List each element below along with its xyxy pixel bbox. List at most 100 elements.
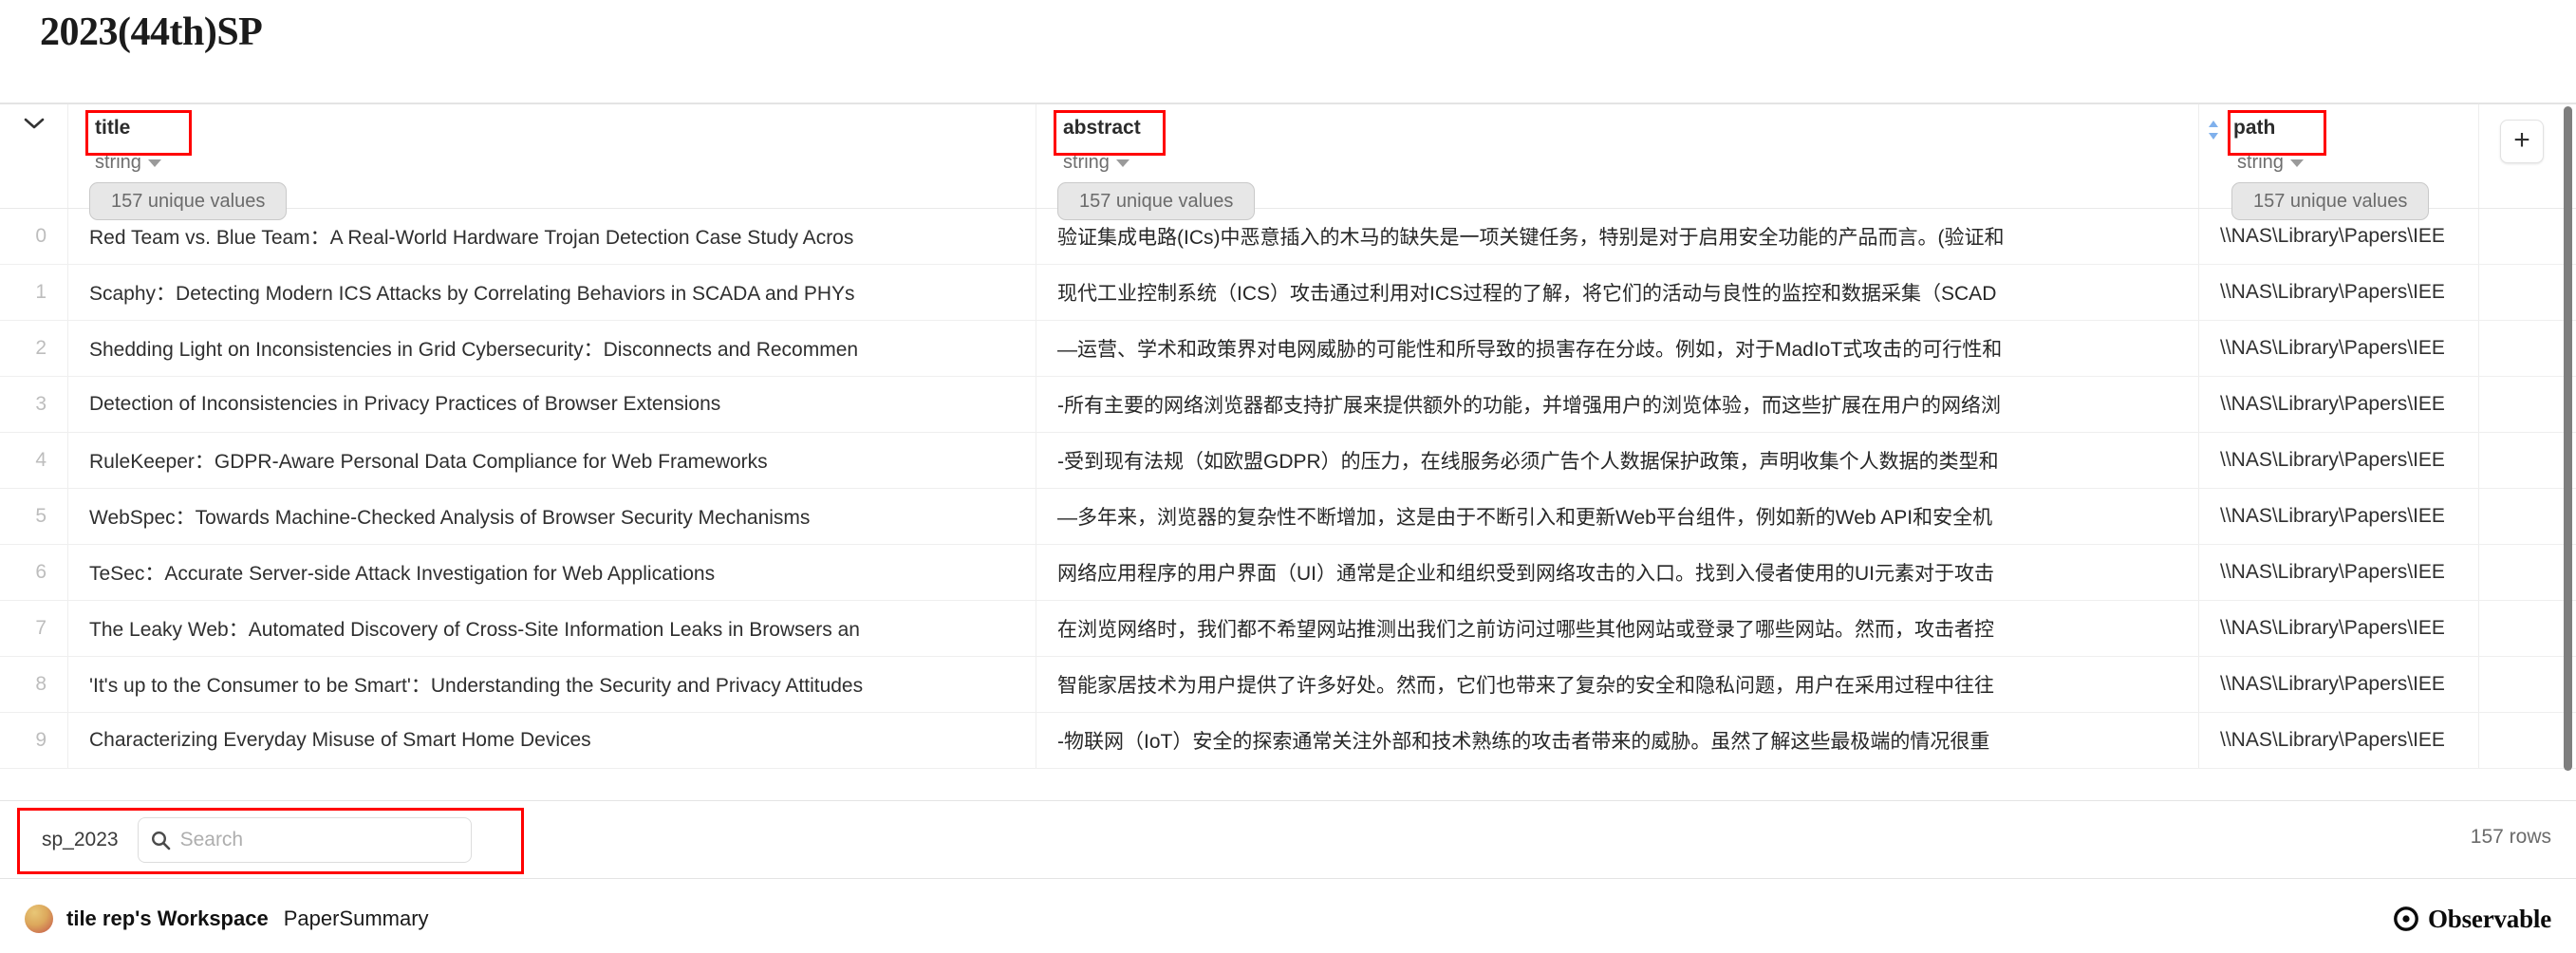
add-column-cell: + <box>2479 104 2576 208</box>
data-table: title string 157 unique values abstract <box>0 103 2576 801</box>
observable-brand[interactable]: Observable <box>2394 905 2551 934</box>
cell-abstract[interactable]: -所有主要的网络浏览器都支持扩展来提供额外的功能，并增强用户的浏览体验，而这些扩… <box>1036 377 2199 432</box>
table-row[interactable]: 3 Detection of Inconsistencies in Privac… <box>0 377 2576 433</box>
notebook-name[interactable]: PaperSummary <box>284 906 429 931</box>
cell-title[interactable]: Shedding Light on Inconsistencies in Gri… <box>68 321 1036 376</box>
cell-path[interactable]: \\NAS\Library\Papers\IEE <box>2199 321 2479 376</box>
table-footer-bar: sp_2023 157 rows <box>0 801 2576 879</box>
row-index: 4 <box>0 433 68 488</box>
column-type-abstract[interactable]: string <box>1057 152 2198 174</box>
column-type-path[interactable]: string <box>2231 152 2478 174</box>
cell-title[interactable]: Characterizing Everyday Misuse of Smart … <box>68 713 1036 768</box>
cell-path[interactable]: \\NAS\Library\Papers\IEE <box>2199 601 2479 656</box>
table-row[interactable]: 2 Shedding Light on Inconsistencies in G… <box>0 321 2576 377</box>
cell-spacer <box>2479 713 2576 768</box>
column-name-path[interactable]: path <box>2228 110 2285 145</box>
row-index: 2 <box>0 321 68 376</box>
column-type-title[interactable]: string <box>89 152 1036 174</box>
search-input[interactable] <box>170 827 437 852</box>
row-index: 3 <box>0 377 68 432</box>
unique-values-badge-abstract: 157 unique values <box>1057 182 1256 220</box>
data-grid: title string 157 unique values abstract <box>0 104 2576 769</box>
page-title: 2023(44th)SP <box>40 10 263 54</box>
rows-count-label: 157 rows <box>2470 826 2551 848</box>
chevron-down-icon[interactable] <box>22 116 47 131</box>
row-index: 0 <box>0 209 68 264</box>
cell-path[interactable]: \\NAS\Library\Papers\IEE <box>2199 433 2479 488</box>
cell-abstract[interactable]: -受到现有法规（如欧盟GDPR）的压力，在线服务必须广告个人数据保护政策，声明收… <box>1036 433 2199 488</box>
cell-abstract[interactable]: —运营、学术和政策界对电网威胁的可能性和所导致的损害存在分歧。例如，对于MadI… <box>1036 321 2199 376</box>
column-type-label-title: string <box>95 152 141 173</box>
cell-spacer <box>2479 657 2576 712</box>
column-header-path[interactable]: path string 157 unique values <box>2199 104 2479 220</box>
table-row[interactable]: 7 The Leaky Web：Automated Discovery of C… <box>0 601 2576 657</box>
cell-abstract[interactable]: 网络应用程序的用户界面（UI）通常是企业和组织受到网络攻击的入口。找到入侵者使用… <box>1036 545 2199 600</box>
table-row[interactable]: 8 'It's up to the Consumer to be Smart'：… <box>0 657 2576 713</box>
table-row[interactable]: 1 Scaphy：Detecting Modern ICS Attacks by… <box>0 265 2576 321</box>
table-row[interactable]: 5 WebSpec：Towards Machine-Checked Analys… <box>0 489 2576 545</box>
column-type-label-abstract: string <box>1063 152 1110 173</box>
cell-spacer <box>2479 545 2576 600</box>
column-header-abstract[interactable]: abstract string 157 unique values <box>1036 104 2199 220</box>
row-index: 9 <box>0 713 68 768</box>
cell-path[interactable]: \\NAS\Library\Papers\IEE <box>2199 377 2479 432</box>
sort-updown-icon[interactable] <box>2199 110 2228 140</box>
avatar <box>25 905 53 933</box>
row-index: 6 <box>0 545 68 600</box>
cell-title[interactable]: Detection of Inconsistencies in Privacy … <box>68 377 1036 432</box>
row-index: 5 <box>0 489 68 544</box>
notebook-credit-bar: tile rep's Workspace PaperSummary Observ… <box>0 885 2576 953</box>
cell-spacer <box>2479 433 2576 488</box>
row-index: 7 <box>0 601 68 656</box>
table-name-label: sp_2023 <box>42 828 119 850</box>
column-type-label-path: string <box>2237 152 2284 173</box>
cell-title[interactable]: 'It's up to the Consumer to be Smart'：Un… <box>68 657 1036 712</box>
observable-wordmark: Observable <box>2428 904 2551 933</box>
cell-abstract[interactable]: 在浏览网络时，我们都不希望网站推测出我们之前访问过哪些其他网站或登录了哪些网站。… <box>1036 601 2199 656</box>
cell-abstract[interactable]: -物联网（IoT）安全的探索通常关注外部和技术熟练的攻击者带来的威胁。虽然了解这… <box>1036 713 2199 768</box>
cell-title[interactable]: The Leaky Web：Automated Discovery of Cro… <box>68 601 1036 656</box>
cell-title[interactable]: Scaphy：Detecting Modern ICS Attacks by C… <box>68 265 1036 320</box>
row-index: 8 <box>0 657 68 712</box>
search-box[interactable] <box>137 816 472 863</box>
cell-path[interactable]: \\NAS\Library\Papers\IEE <box>2199 545 2479 600</box>
cell-abstract[interactable]: 智能家居技术为用户提供了许多好处。然而，它们也带来了复杂的安全和隐私问题，用户在… <box>1036 657 2199 712</box>
cell-spacer <box>2479 601 2576 656</box>
search-icon <box>150 830 171 850</box>
column-name-title[interactable]: title <box>89 110 140 145</box>
row-index: 1 <box>0 265 68 320</box>
table-row[interactable]: 9 Characterizing Everyday Misuse of Smar… <box>0 713 2576 769</box>
observable-logo-icon <box>2394 906 2418 931</box>
vertical-scrollbar-thumb[interactable] <box>2564 106 2572 771</box>
cell-title[interactable]: TeSec：Accurate Server-side Attack Invest… <box>68 545 1036 600</box>
cell-spacer <box>2479 209 2576 264</box>
header-gutter-cell <box>0 104 68 208</box>
cell-path[interactable]: \\NAS\Library\Papers\IEE <box>2199 657 2479 712</box>
unique-values-badge-path: 157 unique values <box>2231 182 2430 220</box>
vertical-scrollbar[interactable] <box>2564 106 2572 790</box>
cell-abstract[interactable]: —多年来，浏览器的复杂性不断增加，这是由于不断引入和更新Web平台组件，例如新的… <box>1036 489 2199 544</box>
cell-spacer <box>2479 377 2576 432</box>
workspace-name[interactable]: tile rep's Workspace <box>66 906 269 931</box>
search-area: sp_2023 <box>17 806 524 874</box>
caret-down-icon[interactable] <box>147 159 161 167</box>
observable-data-table-page: 2023(44th)SP title string 157 unique val… <box>0 0 2576 953</box>
add-column-button[interactable]: + <box>2500 120 2544 163</box>
cell-title[interactable]: RuleKeeper：GDPR-Aware Personal Data Comp… <box>68 433 1036 488</box>
cell-title[interactable]: WebSpec：Towards Machine-Checked Analysis… <box>68 489 1036 544</box>
caret-down-icon[interactable] <box>1115 159 1129 167</box>
table-row[interactable]: 6 TeSec：Accurate Server-side Attack Inve… <box>0 545 2576 601</box>
cell-spacer <box>2479 489 2576 544</box>
table-body: 0 Red Team vs. Blue Team：A Real-World Ha… <box>0 209 2576 769</box>
credit-left[interactable]: tile rep's Workspace PaperSummary <box>25 905 429 933</box>
caret-down-icon[interactable] <box>2289 159 2304 167</box>
cell-spacer <box>2479 265 2576 320</box>
cell-abstract[interactable]: 现代工业控制系统（ICS）攻击通过利用对ICS过程的了解，将它们的活动与良性的监… <box>1036 265 2199 320</box>
cell-path[interactable]: \\NAS\Library\Papers\IEE <box>2199 713 2479 768</box>
cell-path[interactable]: \\NAS\Library\Papers\IEE <box>2199 489 2479 544</box>
column-name-abstract[interactable]: abstract <box>1057 110 1150 145</box>
column-header-title[interactable]: title string 157 unique values <box>68 104 1036 220</box>
table-header-row: title string 157 unique values abstract <box>0 104 2576 220</box>
cell-path[interactable]: \\NAS\Library\Papers\IEE <box>2199 265 2479 320</box>
table-row[interactable]: 4 RuleKeeper：GDPR-Aware Personal Data Co… <box>0 433 2576 489</box>
